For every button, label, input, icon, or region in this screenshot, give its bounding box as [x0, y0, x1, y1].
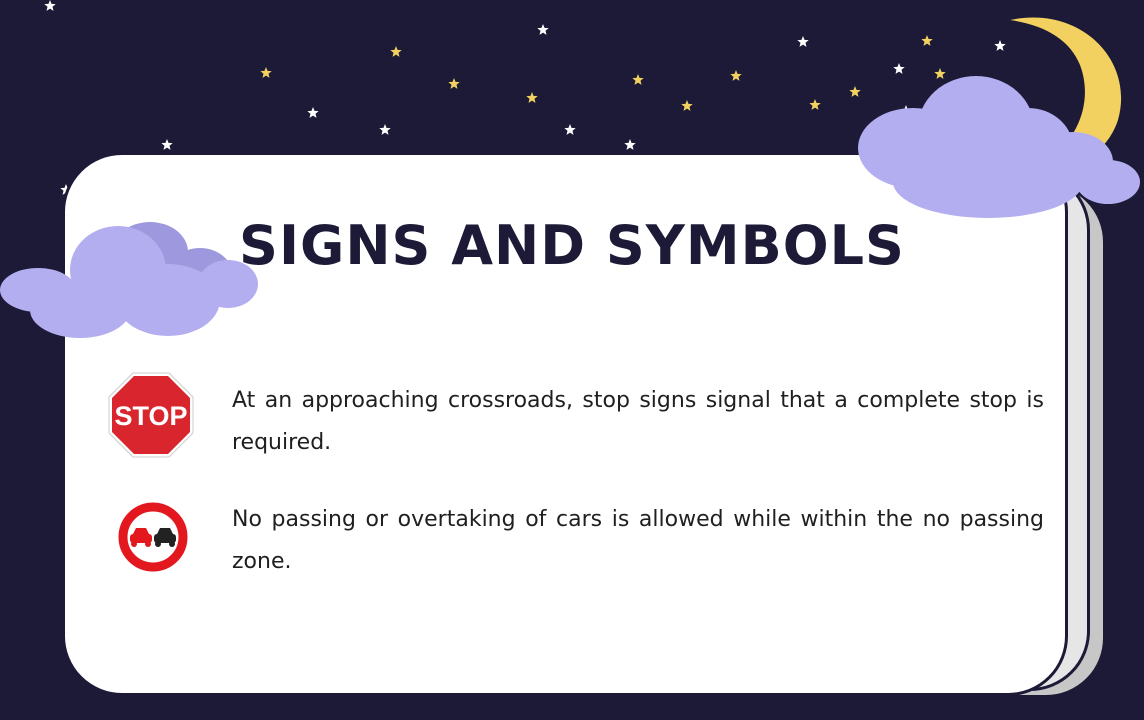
- star-icon: [44, 0, 56, 11]
- star-icon: [797, 36, 809, 47]
- star-icon: [448, 78, 460, 89]
- star-icon: [161, 139, 173, 150]
- star-icon: [921, 35, 933, 46]
- star-icon: [564, 124, 576, 135]
- star-icon: [307, 107, 319, 118]
- star-icon: [390, 46, 402, 57]
- star-icon: [526, 92, 538, 103]
- page-title: SIGNS AND SYMBOLS: [239, 214, 905, 277]
- star-icon: [809, 99, 821, 110]
- stop-sign-icon: STOP: [108, 372, 194, 458]
- star-icon: [632, 74, 644, 85]
- star-icon: [681, 100, 693, 111]
- star-icon: [624, 139, 636, 150]
- stop-sign-label: STOP: [114, 401, 187, 431]
- stop-sign-description: At an approaching crossroads, stop signs…: [232, 388, 1044, 455]
- no-passing-description: No passing or overtaking of cars is allo…: [232, 507, 1044, 574]
- no-passing-sign-icon: [117, 501, 189, 573]
- star-icon: [379, 124, 391, 135]
- star-icon: [730, 70, 742, 81]
- star-icon: [260, 67, 272, 78]
- cloud-icon: [858, 76, 1140, 218]
- star-icon: [537, 24, 549, 35]
